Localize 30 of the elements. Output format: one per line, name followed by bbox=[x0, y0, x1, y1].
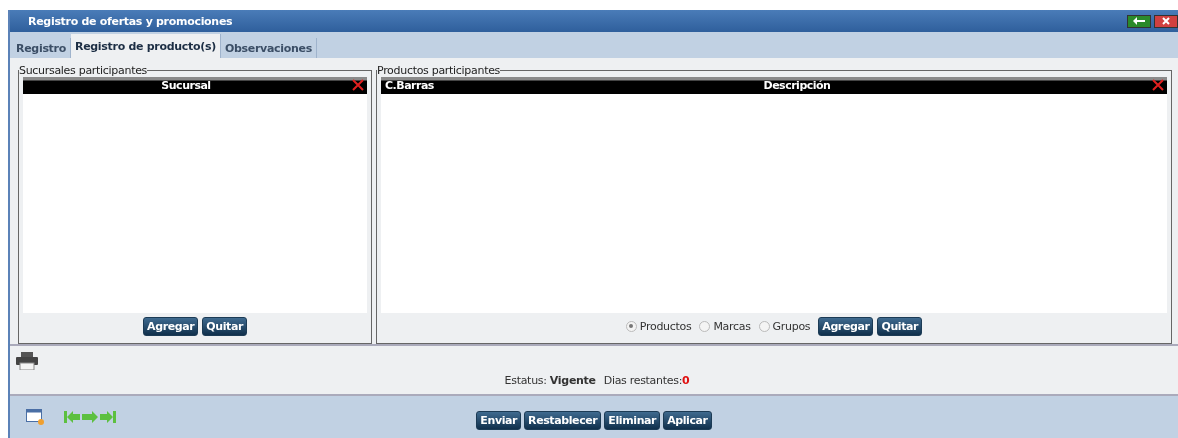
action-button[interactable]: Eliminar bbox=[604, 411, 661, 430]
radio-icon[interactable] bbox=[699, 320, 711, 332]
panel-legend: Sucursales participantes bbox=[19, 64, 148, 77]
radio-icon[interactable] bbox=[758, 320, 770, 332]
radio-option[interactable]: Marcas bbox=[699, 319, 751, 333]
action-button[interactable]: Aplicar bbox=[663, 411, 712, 430]
radio-option[interactable]: Productos bbox=[625, 319, 692, 333]
action-button[interactable]: Quitar bbox=[202, 316, 247, 336]
panel-legend: Productos participantes bbox=[377, 64, 501, 77]
days-remaining-label: Dias restantes:0 bbox=[603, 374, 690, 387]
status-label: Estatus: Vigente bbox=[504, 374, 596, 387]
close-button[interactable] bbox=[1154, 14, 1178, 28]
radio-icon[interactable] bbox=[625, 320, 637, 332]
column-header: Sucursal bbox=[160, 79, 212, 92]
back-button[interactable] bbox=[1127, 14, 1151, 28]
action-button[interactable]: Restablecer bbox=[524, 411, 602, 430]
window-icon[interactable] bbox=[26, 409, 44, 425]
action-button[interactable]: Quitar bbox=[877, 316, 923, 336]
column-header: C.Barras bbox=[384, 79, 435, 92]
printer-icon[interactable] bbox=[16, 352, 38, 370]
window-title: Registro de ofertas y promociones bbox=[28, 14, 233, 28]
action-button[interactable]: Enviar bbox=[476, 411, 522, 430]
radio-option[interactable]: Grupos bbox=[758, 319, 811, 333]
tab[interactable]: Registro de producto(s) bbox=[70, 34, 221, 58]
column-header: Descripción bbox=[762, 79, 832, 92]
action-button[interactable]: Agregar bbox=[143, 316, 199, 336]
close-icon[interactable] bbox=[352, 79, 364, 91]
close-icon[interactable] bbox=[1152, 79, 1164, 91]
left-arrow-icon[interactable] bbox=[1133, 17, 1145, 25]
action-button[interactable]: Agregar bbox=[818, 316, 874, 336]
